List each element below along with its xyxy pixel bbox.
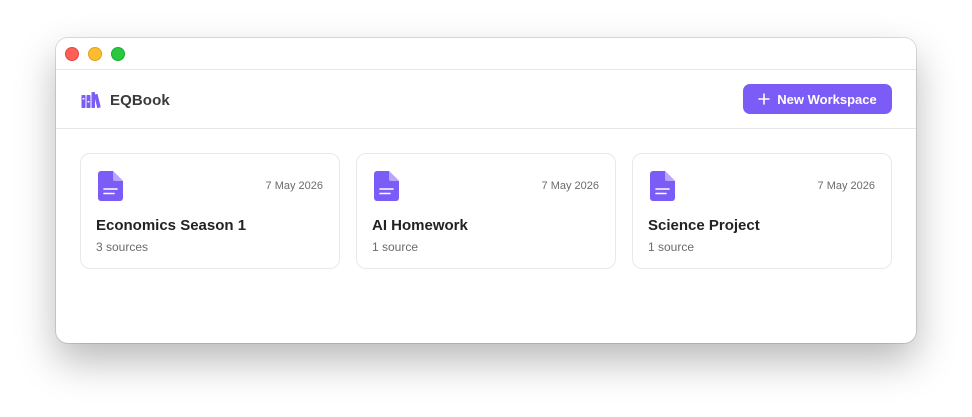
workspace-date: 7 May 2026 (541, 180, 599, 192)
workspace-title: AI Homework (372, 217, 468, 234)
new-workspace-label: New Workspace (777, 91, 877, 107)
workspace-grid: 7 May 2026 Economics Season 1 3 sources … (80, 153, 892, 269)
minimize-window-button[interactable] (88, 47, 102, 61)
workspace-card[interactable]: 7 May 2026 Economics Season 1 3 sources (80, 153, 340, 269)
workspace-card[interactable]: 7 May 2026 Science Project 1 source (632, 153, 892, 269)
maximize-window-button[interactable] (111, 47, 125, 61)
document-icon (374, 171, 399, 201)
library-books-icon (81, 92, 101, 109)
workspace-source-count: 1 source (648, 240, 695, 254)
workspace-date: 7 May 2026 (265, 180, 323, 192)
workspace-card[interactable]: 7 May 2026 AI Homework 1 source (356, 153, 616, 269)
title-bar (56, 38, 916, 70)
close-window-button[interactable] (65, 47, 79, 61)
brand: EQBook (81, 91, 170, 109)
workspace-source-count: 3 sources (96, 240, 149, 254)
workspace-title: Science Project (648, 217, 760, 234)
document-icon (650, 171, 675, 201)
workspace-source-count: 1 source (372, 240, 419, 254)
app-header: EQBook New Workspace (56, 70, 916, 129)
document-icon (98, 171, 123, 201)
workspace-title: Economics Season 1 (96, 217, 247, 234)
app-window: EQBook New Workspace 7 May 2026 Economic… (56, 38, 916, 343)
app-name: EQBook (110, 91, 170, 109)
plus-icon (758, 93, 771, 105)
new-workspace-button[interactable]: New Workspace (743, 84, 892, 114)
workspace-date: 7 May 2026 (817, 180, 875, 192)
